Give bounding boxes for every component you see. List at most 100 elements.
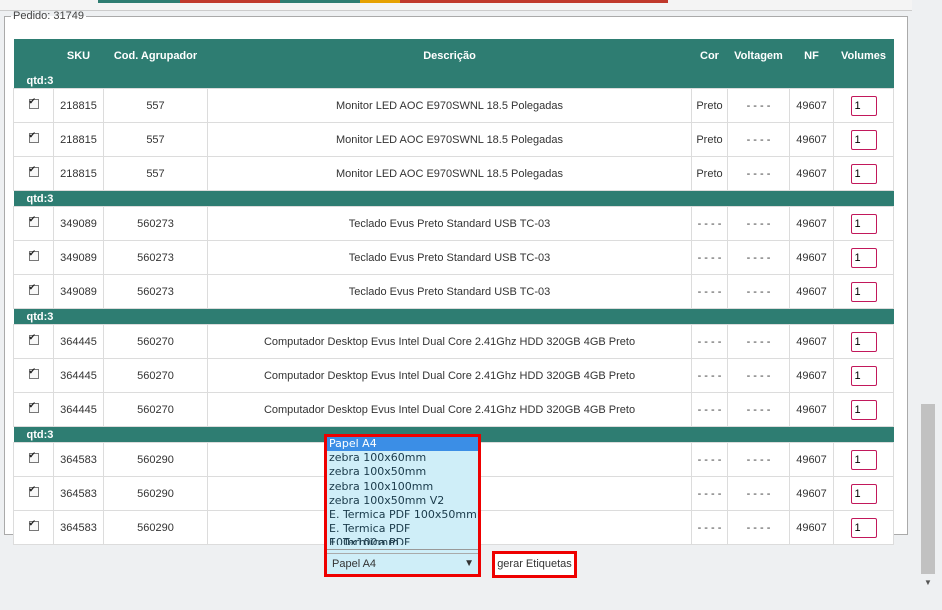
group-row: qtd:3 — [13, 308, 894, 325]
voltagem-cell: - - - - — [727, 510, 790, 545]
cor-cell: - - - - — [691, 476, 728, 511]
volumes-input[interactable] — [850, 281, 877, 302]
cor-cell: Preto — [691, 156, 728, 191]
sku-cell: 364583 — [53, 476, 104, 511]
agrupador-cell: 560273 — [103, 240, 208, 275]
dropdown-option[interactable]: zebra 100x60mm — [327, 451, 478, 465]
sku-cell: 218815 — [53, 122, 104, 157]
descricao-cell: Teclado Evus Preto Standard USB TC-03 — [207, 274, 692, 309]
volumes-cell — [833, 476, 894, 511]
row-checkbox[interactable] — [28, 518, 39, 531]
col-header-nf: NF — [789, 39, 834, 73]
dropdown-options-list[interactable]: Papel A4 zebra 100x60mm zebra 100x50mm zebr… — [327, 437, 478, 545]
nf-cell: 49607 — [789, 476, 834, 511]
row-checkbox-cell — [13, 156, 54, 191]
row-checkbox-cell — [13, 240, 54, 275]
sku-cell: 218815 — [53, 156, 104, 191]
dropdown-option[interactable]: E. Termica PDF 100x50mm — [327, 508, 478, 522]
cor-cell: - - - - — [691, 510, 728, 545]
voltagem-cell: - - - - — [727, 476, 790, 511]
row-checkbox[interactable] — [28, 96, 39, 109]
volumes-cell — [833, 442, 894, 477]
group-row: qtd:3 — [13, 190, 894, 207]
volumes-cell — [833, 392, 894, 427]
volumes-input[interactable] — [850, 247, 877, 268]
volumes-input[interactable] — [850, 483, 877, 504]
voltagem-cell: - - - - — [727, 392, 790, 427]
row-checkbox-cell — [13, 392, 54, 427]
caret-down-icon: ▼ — [464, 558, 474, 569]
row-checkbox[interactable] — [28, 214, 39, 227]
agrupador-cell: 560290 — [103, 510, 208, 545]
voltagem-cell: - - - - — [727, 122, 790, 157]
row-checkbox[interactable] — [28, 332, 39, 345]
volumes-cell — [833, 510, 894, 545]
col-header-agrupador: Cod. Agrupador — [103, 39, 208, 73]
row-checkbox-cell — [13, 324, 54, 359]
descricao-cell: Computador Desktop Evus Intel Dual Core … — [207, 392, 692, 427]
volumes-input[interactable] — [850, 517, 877, 538]
volumes-input[interactable] — [850, 129, 877, 150]
volumes-input[interactable] — [850, 163, 877, 184]
tab-accent — [180, 0, 280, 3]
dropdown-option[interactable]: zebra 100x50mm — [327, 465, 478, 479]
tab-accent — [400, 0, 668, 3]
sku-cell: 364445 — [53, 324, 104, 359]
descricao-cell: Monitor LED AOC E970SWNL 18.5 Polegadas — [207, 88, 692, 123]
agrupador-cell: 560270 — [103, 392, 208, 427]
table-row: 349089560273Teclado Evus Preto Standard … — [13, 206, 894, 241]
volumes-cell — [833, 206, 894, 241]
group-quantity-label: qtd:3 — [13, 190, 894, 207]
dropdown-option[interactable]: E. Termica PDF 100x150mm — [327, 536, 478, 545]
volumes-input[interactable] — [850, 213, 877, 234]
group-quantity-label: qtd:3 — [13, 308, 894, 325]
selected-format: Papel A4 — [332, 558, 377, 570]
tab-accent — [360, 0, 400, 3]
col-header-check — [13, 39, 54, 73]
col-header-voltagem: Voltagem — [727, 39, 790, 73]
table-row: 349089560273Teclado Evus Preto Standard … — [13, 274, 894, 309]
volumes-input[interactable] — [850, 399, 877, 420]
col-header-volumes: Volumes — [833, 39, 894, 73]
nf-cell: 49607 — [789, 206, 834, 241]
volumes-cell — [833, 274, 894, 309]
dropdown-option[interactable]: E. Termica PDF 100x100mm — [327, 522, 478, 545]
row-checkbox[interactable] — [28, 450, 39, 463]
nf-cell: 49607 — [789, 156, 834, 191]
agrupador-cell: 560290 — [103, 476, 208, 511]
row-checkbox[interactable] — [28, 366, 39, 379]
row-checkbox[interactable] — [28, 164, 39, 177]
row-checkbox[interactable] — [28, 484, 39, 497]
volumes-cell — [833, 88, 894, 123]
cor-cell: - - - - — [691, 240, 728, 275]
row-checkbox[interactable] — [28, 400, 39, 413]
dropdown-option[interactable]: zebra 100x100mm — [327, 480, 478, 494]
row-checkbox[interactable] — [28, 282, 39, 295]
sku-cell: 364583 — [53, 442, 104, 477]
label-format-dropdown[interactable]: Papel A4 zebra 100x60mm zebra 100x50mm zebr… — [324, 434, 481, 577]
scroll-down-arrow-icon[interactable]: ▼ — [921, 577, 935, 589]
row-checkbox-cell — [13, 510, 54, 545]
row-checkbox-cell — [13, 206, 54, 241]
gerar-etiquetas-button[interactable]: gerar Etiquetas — [492, 551, 577, 578]
voltagem-cell: - - - - — [727, 206, 790, 241]
volumes-input[interactable] — [850, 365, 877, 386]
dropdown-option[interactable]: Papel A4 — [327, 437, 478, 452]
label-format-select[interactable]: Papel A4 ▼ — [327, 553, 478, 574]
page-scrollbar-thumb[interactable] — [921, 404, 935, 574]
cor-cell: - - - - — [691, 324, 728, 359]
dropdown-option[interactable]: zebra 100x50mm V2 — [327, 494, 478, 508]
table-row: 364445560270Computador Desktop Evus Inte… — [13, 358, 894, 393]
cor-cell: - - - - — [691, 442, 728, 477]
sku-cell: 364445 — [53, 392, 104, 427]
voltagem-cell: - - - - — [727, 274, 790, 309]
volumes-input[interactable] — [850, 449, 877, 470]
group-row: qtd:3 — [13, 73, 894, 89]
volumes-input[interactable] — [850, 331, 877, 352]
table-row: 364445560270Computador Desktop Evus Inte… — [13, 392, 894, 427]
row-checkbox[interactable] — [28, 130, 39, 143]
row-checkbox[interactable] — [28, 248, 39, 261]
volumes-cell — [833, 324, 894, 359]
nf-cell: 49607 — [789, 392, 834, 427]
volumes-input[interactable] — [850, 95, 877, 116]
